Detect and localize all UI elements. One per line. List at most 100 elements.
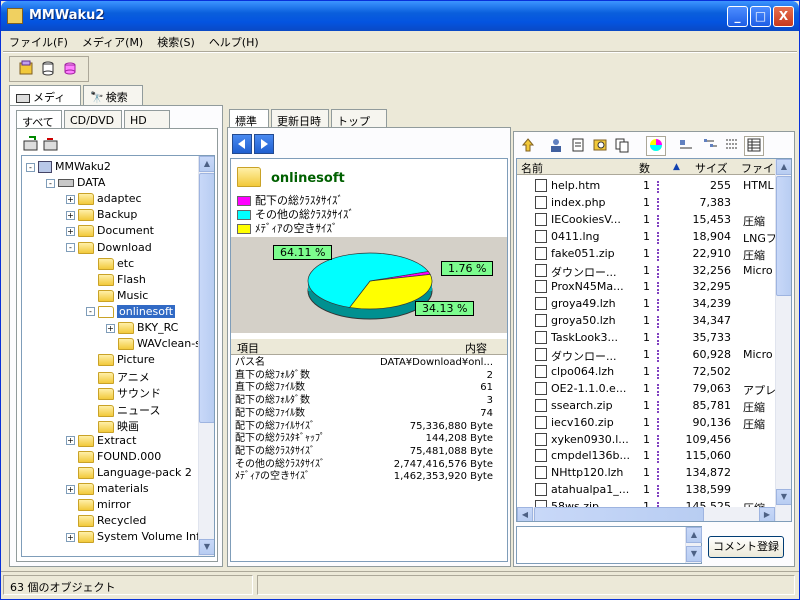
tree-node[interactable]: Language-pack 2 (66, 466, 192, 482)
forward-icon[interactable] (254, 134, 274, 154)
tree-node[interactable]: + Extract (66, 434, 136, 450)
file-row[interactable]: xyken0930.l... 1 109,456 (517, 431, 775, 448)
menu-help[interactable]: ヘルプ(H) (201, 31, 265, 50)
tree-node[interactable]: - MMWaku2 (26, 160, 111, 176)
copy-icon[interactable] (612, 136, 632, 156)
file-row[interactable]: fake051.zip 1 22,910 圧縮 (517, 245, 775, 262)
up-folder-icon[interactable] (518, 136, 538, 156)
tree-node[interactable]: Flash (86, 273, 146, 289)
tree-node[interactable]: アニメ (86, 369, 150, 385)
list-view-icon[interactable] (722, 136, 742, 156)
menu-search[interactable]: 検索(S) (149, 31, 201, 50)
col-size[interactable]: サイズ (695, 160, 728, 176)
tree-node[interactable]: 映画 (86, 418, 139, 434)
tree-node[interactable]: ニュース (86, 402, 160, 418)
details-view-icon[interactable] (744, 136, 764, 156)
tree-node[interactable]: FOUND.000 (66, 450, 161, 466)
tree-node[interactable]: mirror (66, 498, 131, 514)
scroll-thumb[interactable] (776, 176, 791, 296)
file-row[interactable]: OE2-1.1.0.e... 1 79,063 アプレ (517, 380, 775, 397)
props-header-item[interactable]: 項目 (237, 340, 259, 356)
add-media-icon[interactable] (21, 135, 41, 155)
file-row[interactable]: ProxN45Ma... 1 32,295 (517, 278, 775, 295)
file-row[interactable]: cmpdel136b... 1 115,060 (517, 447, 775, 464)
comment-scrollbar[interactable]: ▲ ▼ (685, 527, 702, 563)
expand-icon[interactable]: + (66, 210, 75, 220)
scroll-down-button[interactable]: ▼ (776, 489, 791, 505)
tree-node[interactable]: - onlinesoft (86, 304, 176, 321)
expand-icon[interactable]: + (66, 532, 75, 542)
col-count[interactable]: 数 (639, 160, 650, 176)
file-row[interactable]: 0411.lng 1 18,904 LNGフ (517, 228, 775, 245)
tree-node[interactable]: - Download (66, 241, 152, 257)
tab-modified[interactable]: 更新日時 (271, 109, 329, 128)
collapse-icon[interactable]: - (86, 307, 95, 317)
tree-node[interactable]: + adaptec (66, 192, 142, 208)
tree-scrollbar[interactable]: ▲ ▼ (198, 156, 214, 556)
collapse-icon[interactable]: - (66, 243, 75, 252)
folder-tree[interactable]: - MMWaku2- DATA + adaptec + Backup + Document - Do… (21, 155, 215, 557)
comment-box[interactable]: ▲ ▼ (516, 526, 702, 564)
file-row[interactable]: groya49.lzh 1 34,239 (517, 295, 775, 312)
title-bar[interactable]: MMWaku2 _ □ X (1, 1, 799, 31)
scroll-left-button[interactable]: ◀ (517, 507, 533, 521)
file-row[interactable]: help.htm 1 255 HTML (517, 177, 775, 194)
tab-all[interactable]: すべて (16, 110, 62, 129)
tab-search[interactable]: 🔭 検索 (83, 85, 143, 105)
scroll-up-button[interactable]: ▲ (776, 159, 791, 175)
back-icon[interactable] (232, 134, 252, 154)
maximize-button[interactable]: □ (750, 6, 771, 27)
tree-node[interactable]: etc (86, 257, 134, 273)
search-file-icon[interactable] (590, 136, 610, 156)
file-row[interactable]: IECookiesV... 1 15,453 圧縮 (517, 211, 775, 228)
file-row[interactable]: ssearch.zip 1 85,781 圧縮 (517, 397, 775, 414)
file-row[interactable]: groya50.lzh 1 34,347 (517, 312, 775, 329)
hscroll-thumb[interactable] (534, 507, 704, 521)
tree-node[interactable]: Picture (86, 353, 155, 369)
tree-node[interactable]: サウンド (86, 385, 161, 401)
media-register-icon[interactable] (16, 59, 36, 79)
tree-node[interactable]: WAVclean-se (106, 337, 208, 353)
tab-standard[interactable]: 標準 (229, 109, 269, 128)
collapse-icon[interactable]: - (26, 162, 35, 172)
expand-icon[interactable]: + (106, 323, 115, 333)
tree-node[interactable]: Recycled (66, 514, 146, 530)
scroll-right-button[interactable]: ▶ (759, 507, 775, 521)
expand-icon[interactable]: + (66, 194, 75, 204)
collapse-icon[interactable]: - (46, 178, 55, 188)
media-delete-icon[interactable] (60, 59, 80, 79)
menu-file[interactable]: ファイル(F) (1, 31, 74, 50)
file-list-scrollbar[interactable]: ▲ ▼ (775, 159, 791, 521)
file-list-hscrollbar[interactable]: ◀ ▶ (517, 507, 775, 521)
file-row[interactable]: iecv160.zip 1 90,136 圧縮 (517, 414, 775, 431)
file-row[interactable]: ダウンロー... 1 32,256 Micro (517, 262, 775, 279)
col-name[interactable]: 名前 (521, 160, 543, 176)
tree-node[interactable]: + Document (66, 224, 154, 240)
media-cylinder-icon[interactable] (38, 59, 58, 79)
tree-scroll-up[interactable]: ▲ (199, 156, 214, 172)
tree-scroll-thumb[interactable] (199, 173, 214, 423)
col-type[interactable]: ファイ (741, 160, 774, 176)
user-icon[interactable] (546, 136, 566, 156)
tree-node[interactable]: - DATA (46, 176, 105, 192)
tree-node[interactable]: + BKY_RC (106, 321, 178, 337)
file-row[interactable]: ダウンロー... 1 60,928 Micro (517, 346, 775, 363)
comment-scroll-up[interactable]: ▲ (686, 527, 702, 543)
tree-node[interactable]: + materials (66, 482, 149, 498)
file-row[interactable]: TaskLook3... 1 35,733 (517, 329, 775, 346)
expand-icon[interactable]: + (66, 436, 75, 446)
tab-media[interactable]: メディア (9, 85, 81, 120)
expand-icon[interactable]: + (66, 226, 75, 236)
pie-view-icon[interactable] (646, 136, 666, 156)
tree-scroll-down[interactable]: ▼ (199, 539, 214, 555)
remove-media-icon[interactable] (41, 135, 61, 155)
tree-node[interactable]: Music (86, 289, 148, 305)
minimize-button[interactable]: _ (727, 6, 748, 27)
tree-node[interactable]: + System Volume Infor (66, 530, 211, 546)
close-button[interactable]: X (773, 6, 794, 27)
tab-top10[interactable]: トップ 10 (331, 109, 387, 142)
file-row[interactable]: atahualpa1_... 1 138,599 (517, 481, 775, 498)
tab-cddvd[interactable]: CD/DVD (64, 110, 122, 129)
document-edit-icon[interactable] (568, 136, 588, 156)
file-row[interactable]: NHttp120.lzh 1 134,872 (517, 464, 775, 481)
